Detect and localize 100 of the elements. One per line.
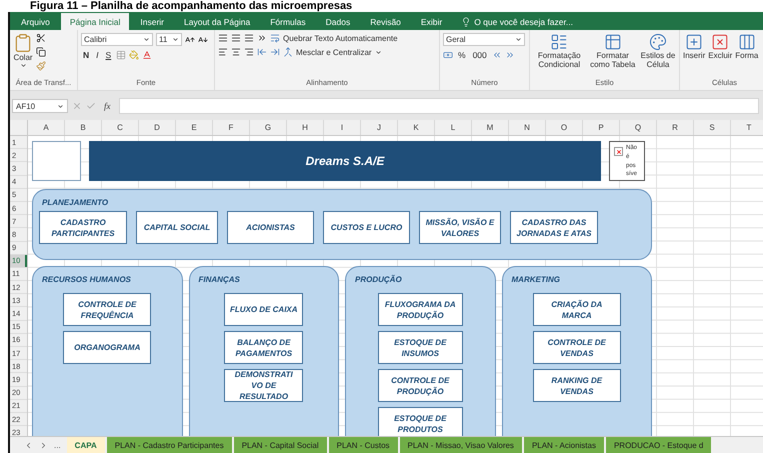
cells-button[interactable]: Forma <box>735 33 758 60</box>
ribbon-tab[interactable]: Arquivo <box>12 14 59 30</box>
column-header[interactable]: A <box>28 120 65 135</box>
scissors-icon[interactable] <box>36 33 46 43</box>
font-color-icon[interactable] <box>142 50 152 60</box>
cells-button[interactable]: Excluir <box>708 33 732 60</box>
grow-font-icon[interactable] <box>185 34 195 44</box>
align-right-icon[interactable] <box>244 47 254 57</box>
x-square-icon <box>711 33 730 51</box>
name-box[interactable]: AF10 <box>12 99 68 113</box>
nav-button[interactable]: CUSTOS E LUCRO <box>323 211 410 244</box>
font-size-field[interactable]: 11 <box>156 33 182 46</box>
tell-me-field[interactable]: O que você deseja fazer... <box>461 14 573 30</box>
previous-sheet-icon[interactable] <box>24 440 33 450</box>
cells-button[interactable]: Inserir <box>683 33 706 60</box>
sheet-tab[interactable]: PLAN - Missao, Visao Valores <box>400 437 522 453</box>
check-icon[interactable] <box>86 101 96 111</box>
column-header[interactable]: N <box>509 120 546 135</box>
function-button[interactable]: fx <box>100 101 114 111</box>
bold-button[interactable]: N <box>81 50 92 60</box>
broken-image-icon <box>614 147 623 156</box>
align-icon[interactable] <box>218 33 228 43</box>
merge-button[interactable]: Mesclar e Centralizar <box>283 47 382 57</box>
column-header[interactable]: P <box>583 120 620 135</box>
style-button[interactable]: Formatar como Tabela <box>588 33 637 69</box>
column-header[interactable]: Q <box>620 120 657 135</box>
wrap-text-icon <box>270 33 280 43</box>
column-header[interactable]: F <box>213 120 250 135</box>
column-header[interactable]: S <box>694 120 731 135</box>
nav-button[interactable]: MISSÃO, VISÃO E VALORES <box>419 211 501 244</box>
nav-button[interactable]: BALANÇO DE PAGAMENTOS <box>224 331 304 364</box>
align-icon[interactable] <box>244 33 254 43</box>
column-header[interactable]: T <box>731 120 763 135</box>
lightbulb-icon <box>461 17 472 27</box>
font-name-field[interactable]: Calibri <box>81 33 153 46</box>
ribbon-tab[interactable]: Fórmulas <box>261 14 315 30</box>
currency-icon[interactable] <box>443 50 453 60</box>
column-header[interactable]: C <box>102 120 139 135</box>
nav-button[interactable]: CADASTRO PARTICIPANTES <box>39 211 127 244</box>
nav-button[interactable]: ORGANOGRAMA <box>63 331 152 364</box>
sheet-tab[interactable]: PLAN - Cadastro Participantes <box>106 437 232 453</box>
ribbon-tab[interactable]: Layout da Página <box>175 14 260 30</box>
ribbon-tab[interactable]: Dados <box>316 14 360 30</box>
column-header[interactable]: D <box>139 120 176 135</box>
style-button[interactable]: Formatação Condicional <box>533 33 586 69</box>
nav-button[interactable]: FLUXO DE CAIXA <box>224 293 304 326</box>
style-button[interactable]: Estilos de Célula <box>640 33 676 69</box>
paintbrush-icon[interactable] <box>36 61 46 71</box>
ribbon-tab[interactable]: Inserir <box>131 14 174 30</box>
nav-button[interactable]: CONTROLE DE FREQUÊNCIA <box>63 293 152 326</box>
sheet-tab[interactable]: PLAN - Capital Social <box>234 437 327 453</box>
ribbon-tab[interactable]: Revisão <box>361 14 410 30</box>
align-left-icon[interactable] <box>218 47 228 57</box>
column-header[interactable]: M <box>472 120 509 135</box>
ribbon-tab[interactable]: Exibir <box>412 14 452 30</box>
nav-button[interactable]: CRIAÇÃO DA MARCA <box>532 293 621 326</box>
shrink-font-icon[interactable] <box>198 34 208 44</box>
column-header[interactable]: I <box>324 120 361 135</box>
increase-indent-icon[interactable] <box>270 47 280 57</box>
column-header[interactable]: O <box>546 120 583 135</box>
nav-button[interactable]: ESTOQUE DE PRODUTOS <box>378 407 463 436</box>
nav-button[interactable]: CONTROLE DE VENDAS <box>532 331 621 364</box>
decrease-indent-icon[interactable] <box>257 47 267 57</box>
column-header[interactable]: L <box>435 120 472 135</box>
column-header[interactable]: B <box>65 120 102 135</box>
column-header[interactable]: J <box>361 120 398 135</box>
nav-button[interactable]: FLUXOGRAMA DA PRODUÇÃO <box>378 293 463 326</box>
column-header[interactable]: H <box>287 120 324 135</box>
align-center-icon[interactable] <box>231 47 241 57</box>
paste-button[interactable]: Colar <box>13 33 33 69</box>
thousands-button[interactable]: 000 <box>470 50 489 60</box>
nav-button[interactable]: CONTROLE DE PRODUÇÃO <box>378 369 463 402</box>
column-header[interactable]: R <box>657 120 694 135</box>
more-sheets-button[interactable]: ... <box>54 440 61 450</box>
underline-button[interactable]: S <box>104 50 114 60</box>
wrap-text-button[interactable]: Quebrar Texto Automaticamente <box>270 33 398 43</box>
sheet-tab[interactable]: PLAN - Acionistas <box>524 437 604 453</box>
align-icon[interactable] <box>231 33 241 43</box>
borders-icon[interactable] <box>116 50 126 60</box>
column-header[interactable]: G <box>250 120 287 135</box>
percent-button[interactable]: % <box>456 50 468 60</box>
italic-button[interactable]: I <box>94 50 101 60</box>
nav-button[interactable]: ESTOQUE DE INSUMOS <box>378 331 463 364</box>
nav-button[interactable]: CADASTRO DAS JORNADAS E ATAS <box>510 211 598 244</box>
palette-icon <box>648 33 667 51</box>
copy-icon[interactable] <box>36 47 46 57</box>
nav-button[interactable]: ACIONISTAS <box>227 211 314 244</box>
formula-field[interactable] <box>118 98 759 114</box>
sheet-tab[interactable]: CAPA <box>66 437 105 453</box>
column-header[interactable]: E <box>176 120 213 135</box>
column-header[interactable]: K <box>398 120 435 135</box>
ribbon-tab[interactable]: Página Inicial <box>60 13 130 30</box>
sheet-tab[interactable]: PLAN - Custos <box>328 437 398 453</box>
nav-button[interactable]: CAPITAL SOCIAL <box>136 211 218 244</box>
number-format-field[interactable]: Geral <box>443 33 525 46</box>
nav-button[interactable]: RANKING DE VENDAS <box>532 369 621 402</box>
nav-button[interactable]: DEMONSTRATI VO DE RESULTADO <box>224 369 304 402</box>
fill-color-icon[interactable] <box>129 50 140 60</box>
next-sheet-icon[interactable] <box>39 440 48 450</box>
sheet-tab[interactable]: PRODUCAO - Estoque d <box>606 437 712 453</box>
